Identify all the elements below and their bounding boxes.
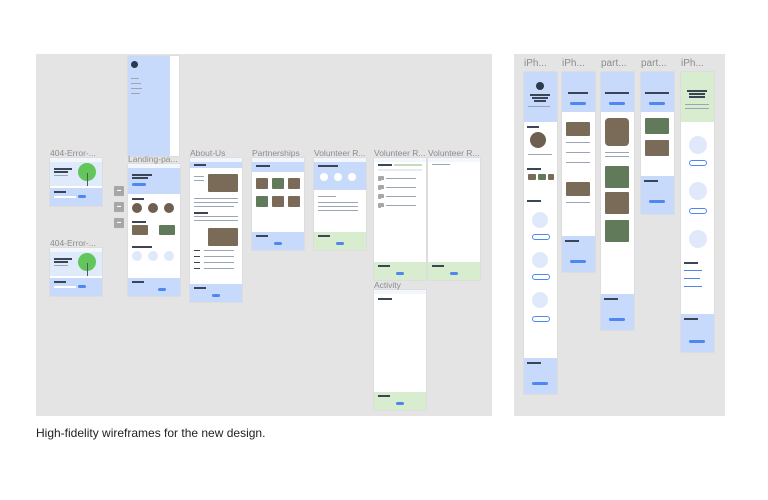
- mobile-label-5: iPh...: [681, 58, 704, 69]
- about-us-frame[interactable]: [190, 158, 242, 302]
- figure-caption: High-fidelity wireframes for the new des…: [36, 426, 266, 440]
- frame-label-404-2: 404-Error-...: [50, 238, 96, 248]
- frame-label-about: About-Us: [190, 148, 226, 158]
- mobile-home-frame[interactable]: [524, 72, 557, 394]
- mobile-label-4: part...: [641, 58, 667, 69]
- error-404-frame-2[interactable]: [50, 248, 102, 296]
- component-tile-2[interactable]: [114, 202, 124, 212]
- mobile-wireframes-canvas: iPh... iPh... part... part... iPh...: [514, 54, 725, 416]
- mobile-label-3: part...: [601, 58, 627, 69]
- mobile-welcome-frame[interactable]: [681, 72, 714, 352]
- landing-page-frame[interactable]: [128, 164, 180, 296]
- component-tile-1[interactable]: [114, 186, 124, 196]
- mobile-partnerships-frame-1[interactable]: [601, 72, 634, 330]
- mobile-label-2: iPh...: [562, 58, 585, 69]
- volunteer-resources-frame-2[interactable]: [374, 158, 426, 280]
- component-tile-3[interactable]: [114, 218, 124, 228]
- volunteer-resources-frame-1[interactable]: [314, 158, 366, 250]
- frame-label-404-1: 404-Error-...: [50, 148, 96, 158]
- frame-label-landing: Landing-pa...: [128, 154, 178, 164]
- frame-label-volunteer-3: Volunteer R...: [428, 148, 480, 158]
- error-404-frame-1[interactable]: [50, 158, 102, 206]
- frame-label-activity: Activity: [374, 280, 401, 290]
- mobile-our-story-frame[interactable]: [562, 72, 595, 272]
- frame-label-volunteer-2: Volunteer R...: [374, 148, 426, 158]
- partnerships-frame[interactable]: [252, 158, 304, 250]
- volunteer-resources-frame-3[interactable]: [428, 158, 480, 280]
- landing-menu-frame[interactable]: [128, 56, 179, 156]
- activity-frame[interactable]: [374, 290, 426, 410]
- mobile-label-1: iPh...: [524, 58, 547, 69]
- frame-label-volunteer-1: Volunteer R...: [314, 148, 366, 158]
- desktop-wireframes-canvas: 404-Error-... 404-Error-... Landing-pa..…: [36, 54, 492, 416]
- frame-label-partnerships: Partnerships: [252, 148, 300, 158]
- mobile-partnerships-frame-2[interactable]: [641, 72, 674, 214]
